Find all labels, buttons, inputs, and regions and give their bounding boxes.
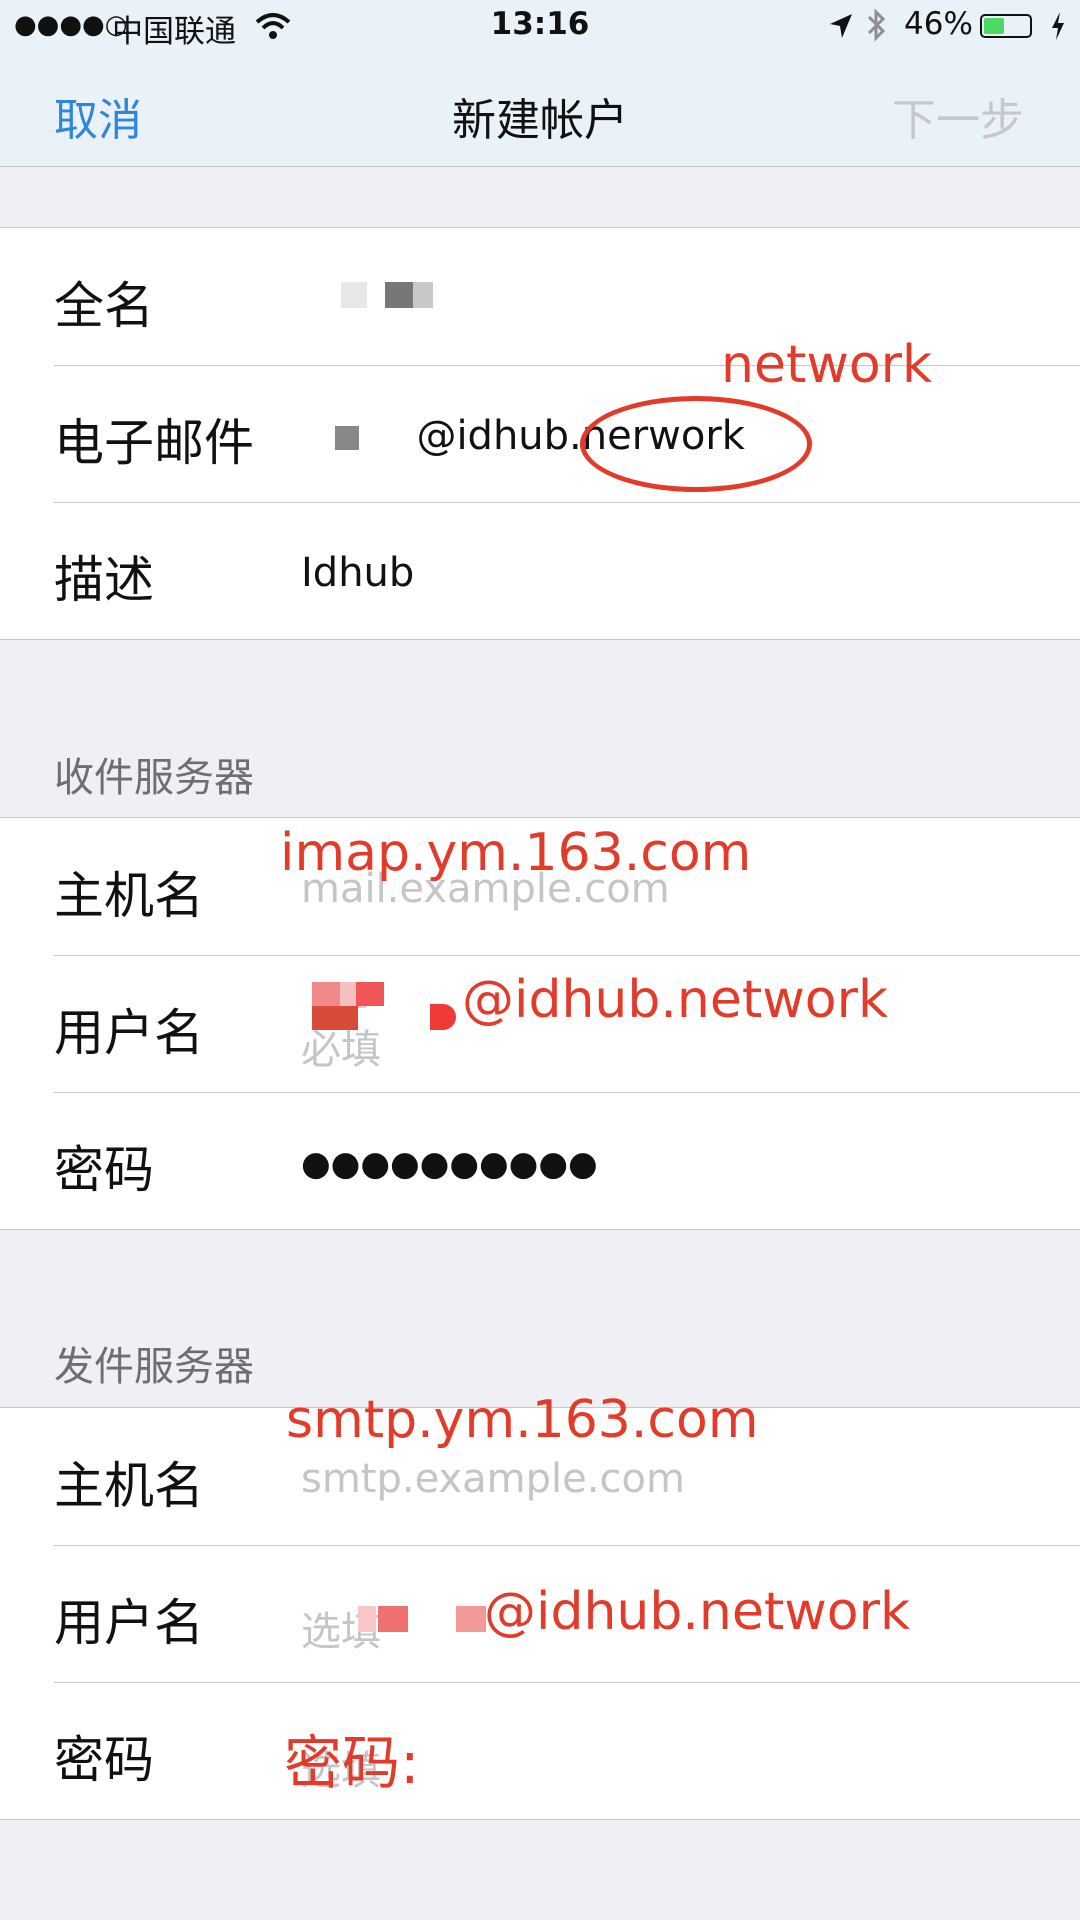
annotation-email-circle [580, 396, 812, 492]
outgoing-password-row[interactable]: 密码 选填 [0, 1682, 1080, 1819]
incoming-username-label: 用户名 [54, 1004, 204, 1062]
outgoing-server-header: 发件服务器 [54, 1344, 254, 1390]
battery-fill [984, 18, 1004, 34]
incoming-password-row[interactable]: 密码 ●●●●●●●●●● [0, 1092, 1080, 1229]
status-bar: ●●●●○ 中国联通 13:16 46% [0, 0, 1080, 54]
annotation-incoming-host: imap.ym.163.com [280, 823, 752, 883]
annotation-outgoing-password: 密码: [284, 1729, 420, 1797]
annotation-outgoing-user: @idhub.network [484, 1582, 911, 1642]
outgoing-username-label: 用户名 [54, 1594, 204, 1652]
incoming-password-input[interactable]: ●●●●●●●●●● [301, 1144, 598, 1184]
outgoing-password-label: 密码 [54, 1731, 154, 1789]
outgoing-host-label: 主机名 [54, 1457, 204, 1515]
fullname-label: 全名 [54, 277, 154, 335]
annotation-email-fix: network [721, 335, 933, 395]
account-section: 全名 电子邮件 @idhub.nerwork 描述 Idhub [0, 227, 1080, 640]
location-arrow-icon [828, 12, 854, 44]
bluetooth-icon [866, 8, 888, 46]
description-value[interactable]: Idhub [301, 550, 414, 596]
annotation-incoming-user: @idhub.network [462, 970, 889, 1030]
charging-bolt-icon [1050, 12, 1066, 44]
nav-bar: 取消 新建帐户 下一步 [0, 54, 1080, 167]
battery-percent: 46% [904, 6, 973, 42]
incoming-host-label: 主机名 [54, 867, 204, 925]
battery-icon [980, 14, 1032, 38]
outgoing-host-input[interactable]: smtp.example.com [301, 1456, 685, 1502]
email-value: @idhub [416, 413, 570, 459]
next-button[interactable]: 下一步 [892, 84, 1024, 148]
annotation-outgoing-host: smtp.ym.163.com [286, 1390, 759, 1450]
incoming-server-header: 收件服务器 [54, 755, 254, 801]
description-row[interactable]: 描述 Idhub [0, 502, 1080, 639]
description-label: 描述 [54, 551, 154, 609]
incoming-password-label: 密码 [54, 1141, 154, 1199]
email-label: 电子邮件 [54, 414, 254, 472]
